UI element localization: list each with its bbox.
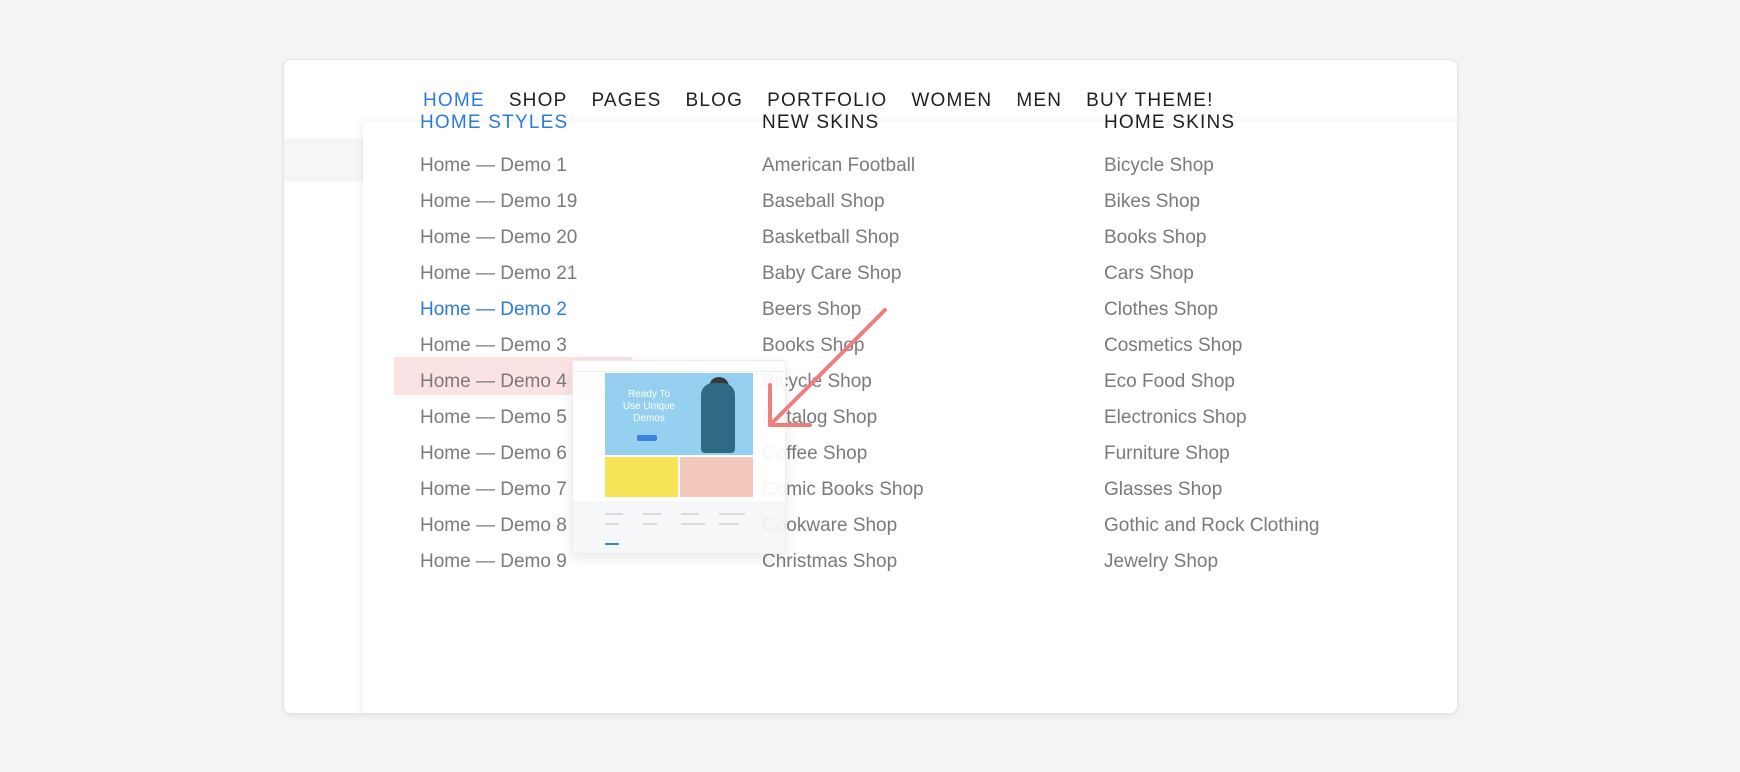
nav-home[interactable]: HOME — [423, 90, 485, 112]
preview-footer-line — [681, 513, 699, 515]
preview-footer — [573, 501, 785, 553]
menu-link[interactable]: Cars Shop — [1104, 262, 1319, 298]
menu-link[interactable]: Clothes Shop — [1104, 298, 1319, 334]
preview-footer-logo — [605, 543, 619, 545]
menu-link[interactable]: Home — Demo 8 — [420, 514, 577, 550]
column-title: HOME SKINS — [1104, 112, 1236, 133]
menu-link[interactable]: Home — Demo 3 — [420, 334, 577, 370]
preview-footer-line — [681, 523, 705, 525]
nav-buy-theme[interactable]: BUY THEME! — [1086, 90, 1213, 112]
preview-promo-tile — [605, 457, 678, 497]
menu-link[interactable]: Cosmetics Shop — [1104, 334, 1319, 370]
menu-link[interactable]: American Football — [762, 154, 924, 190]
menu-link[interactable]: Glasses Shop — [1104, 478, 1319, 514]
column-title: NEW SKINS — [762, 112, 880, 133]
preview-footer-line — [719, 513, 745, 515]
column-links: Bicycle Shop Bikes Shop Books Shop Cars … — [1104, 154, 1319, 586]
menu-link[interactable]: Home — Demo 21 — [420, 262, 577, 298]
nav-pages[interactable]: PAGES — [591, 90, 661, 112]
menu-link[interactable]: Home — Demo 9 — [420, 550, 577, 586]
preview-topbar — [573, 361, 785, 372]
menu-column-home-skins: HOME SKINS Bicycle Shop Bikes Shop Books… — [1104, 110, 1319, 586]
nav-women[interactable]: WOMEN — [911, 90, 992, 112]
nav-men[interactable]: MEN — [1016, 90, 1062, 112]
menu-link[interactable]: Jewelry Shop — [1104, 550, 1319, 586]
preview-hero-button — [637, 435, 657, 441]
nav-blog[interactable]: BLOG — [686, 90, 744, 112]
menu-link[interactable]: Gothic and Rock Clothing — [1104, 514, 1319, 550]
menu-link[interactable]: Bicycle Shop — [1104, 154, 1319, 190]
nav-portfolio[interactable]: PORTFOLIO — [767, 90, 887, 112]
annotation-arrow-icon — [768, 308, 887, 427]
column-links: Home — Demo 1 Home — Demo 19 Home — Demo… — [420, 154, 577, 586]
menu-link[interactable]: Furniture Shop — [1104, 442, 1319, 478]
menu-link[interactable]: Home — Demo 19 — [420, 190, 577, 226]
menu-link[interactable]: Eco Food Shop — [1104, 370, 1319, 406]
menu-link[interactable]: Bikes Shop — [1104, 190, 1319, 226]
menu-link[interactable]: Cookware Shop — [762, 514, 924, 550]
preview-footer-line — [719, 523, 739, 525]
menu-link[interactable]: Home — Demo 20 — [420, 226, 577, 262]
demo-preview-thumbnail: Ready To Use Unique Demos — [572, 360, 786, 554]
preview-footer-line — [643, 513, 661, 515]
menu-column-home-styles: HOME STYLES Home — Demo 1 Home — Demo 19… — [420, 110, 577, 586]
menu-link[interactable]: Home — Demo 6 — [420, 442, 577, 478]
menu-link[interactable]: Home — Demo 7 — [420, 478, 577, 514]
menu-link-hovered[interactable]: Home — Demo 2 — [420, 298, 577, 334]
preview-footer-line — [605, 523, 619, 525]
menu-link[interactable]: Home — Demo 4 — [420, 370, 577, 406]
menu-link[interactable]: Electronics Shop — [1104, 406, 1319, 442]
preview-footer-line — [605, 513, 623, 515]
preview-hero-banner: Ready To Use Unique Demos — [605, 373, 753, 455]
preview-footer-line — [643, 523, 657, 525]
menu-link[interactable]: Baseball Shop — [762, 190, 924, 226]
menu-link[interactable]: Comic Books Shop — [762, 478, 924, 514]
menu-link[interactable]: Basketball Shop — [762, 226, 924, 262]
menu-link[interactable]: Home — Demo 5 — [420, 406, 577, 442]
preview-hero-text: Ready To Use Unique Demos — [622, 389, 676, 424]
nav-shop[interactable]: SHOP — [509, 90, 568, 112]
menu-link[interactable]: Baby Care Shop — [762, 262, 924, 298]
background-strip — [284, 138, 364, 182]
menu-link[interactable]: Home — Demo 1 — [420, 154, 577, 190]
menu-link[interactable]: Books Shop — [1104, 226, 1319, 262]
menu-link[interactable]: Coffee Shop — [762, 442, 924, 478]
menu-link[interactable]: Christmas Shop — [762, 550, 924, 586]
preview-promo-tile — [680, 457, 753, 497]
preview-model-figure — [701, 383, 735, 453]
column-title: HOME STYLES — [420, 112, 569, 133]
